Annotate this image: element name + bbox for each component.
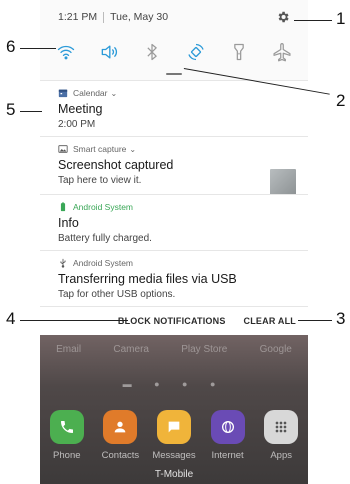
internet-icon	[210, 410, 245, 444]
app-label: Internet	[211, 450, 244, 461]
notification-app-name: Android System	[73, 258, 133, 268]
quick-settings-bar	[40, 34, 308, 70]
notification-calendar[interactable]: Calendar ⌄ Meeting 2:00 PM	[40, 80, 308, 136]
notification-smart-capture[interactable]: Smart capture ⌄ Screenshot captured Tap …	[40, 136, 308, 195]
clear-all-button[interactable]: CLEAR ALL	[244, 316, 296, 326]
app-label: Phone	[53, 450, 81, 461]
callout-line-5	[20, 111, 42, 112]
gear-icon[interactable]	[276, 10, 290, 24]
status-bar: 1:21 PM Tue, May 30	[40, 0, 308, 34]
notification-title: Meeting	[58, 102, 103, 116]
notification-app-row: Android System	[58, 258, 296, 268]
callout-3: 3	[336, 309, 346, 328]
sound-icon[interactable]	[98, 41, 120, 63]
notification-panel: 1:21 PM Tue, May 30 Calendar ⌄ Meeting 2…	[40, 0, 308, 335]
block-notifications-button[interactable]: BLOCK NOTIFICATIONS	[118, 316, 226, 326]
callout-line-3	[298, 320, 332, 321]
blurred-label: Email	[56, 344, 82, 355]
status-time: 1:21 PM	[58, 11, 98, 23]
notification-title: Screenshot captured	[58, 158, 174, 172]
callout-1: 1	[336, 9, 346, 28]
blurred-app-labels: Email Camera Play Store Google	[40, 344, 308, 355]
screenshot-thumbnail[interactable]	[270, 169, 296, 195]
notification-title: Info	[58, 216, 79, 230]
app-label: Messages	[152, 450, 196, 461]
blurred-label: Camera	[113, 344, 149, 355]
notification-app-row: Android System	[58, 202, 296, 212]
blurred-label: Play Store	[181, 344, 228, 355]
callout-line-4	[20, 320, 128, 321]
chevron-down-icon[interactable]: ⌄	[111, 89, 118, 98]
home-screen: Email Camera Play Store Google ▬ ● ● ● P…	[40, 322, 308, 484]
apps-icon	[264, 410, 299, 444]
auto-rotate-icon[interactable]	[185, 41, 207, 63]
page-indicator: ▬ ● ● ●	[122, 379, 226, 389]
phone-screen: Email Camera Play Store Google ▬ ● ● ● P…	[40, 0, 308, 484]
notification-usb[interactable]: Android System Transferring media files …	[40, 250, 308, 306]
dock-app-apps[interactable]: Apps	[257, 410, 305, 461]
bluetooth-icon[interactable]	[141, 41, 163, 63]
dock-app-phone[interactable]: Phone	[43, 410, 91, 461]
phone-icon	[49, 410, 84, 444]
drag-handle[interactable]	[40, 70, 308, 80]
callout-line-1	[294, 20, 332, 21]
calendar-icon	[58, 88, 68, 98]
wifi-icon[interactable]	[55, 41, 77, 63]
status-date: Tue, May 30	[110, 11, 169, 23]
callout-4: 4	[6, 309, 16, 328]
callout-5: 5	[6, 100, 16, 119]
notification-subtitle: 2:00 PM	[58, 119, 96, 130]
chevron-down-icon[interactable]: ⌄	[129, 145, 136, 154]
notification-app-name: Smart capture	[73, 144, 127, 154]
dock-app-messages[interactable]: Messages	[150, 410, 198, 461]
app-dock: Phone Contacts Messages Internet Apps	[40, 410, 308, 461]
notification-app-row: Calendar ⌄	[58, 88, 296, 98]
notification-app-name: Android System	[73, 202, 133, 212]
contacts-icon	[103, 410, 138, 444]
callout-6: 6	[6, 37, 16, 56]
app-label: Apps	[270, 450, 292, 461]
notification-app-row: Smart capture ⌄	[58, 144, 296, 154]
carrier-label: T-Mobile	[154, 469, 194, 480]
airplane-icon[interactable]	[271, 41, 293, 63]
handle-bar	[166, 73, 182, 75]
dock-app-contacts[interactable]: Contacts	[96, 410, 144, 461]
notification-app-name: Calendar	[73, 88, 108, 98]
blurred-label: Google	[259, 344, 292, 355]
notification-battery-info[interactable]: Android System Info Battery fully charge…	[40, 194, 308, 250]
notification-title: Transferring media files via USB	[58, 272, 237, 286]
flashlight-icon[interactable]	[228, 41, 250, 63]
notification-subtitle: Tap here to view it.	[58, 175, 142, 186]
app-label: Contacts	[101, 450, 140, 461]
image-icon	[58, 144, 68, 154]
callout-line-6	[20, 48, 56, 49]
notification-subtitle: Battery fully charged.	[58, 233, 152, 244]
dock-app-internet[interactable]: Internet	[204, 410, 252, 461]
battery-icon	[58, 202, 68, 212]
callout-2: 2	[336, 91, 346, 110]
notification-subtitle: Tap for other USB options.	[58, 289, 176, 300]
messages-icon	[156, 410, 191, 444]
usb-icon	[58, 258, 68, 268]
status-separator	[103, 11, 105, 23]
